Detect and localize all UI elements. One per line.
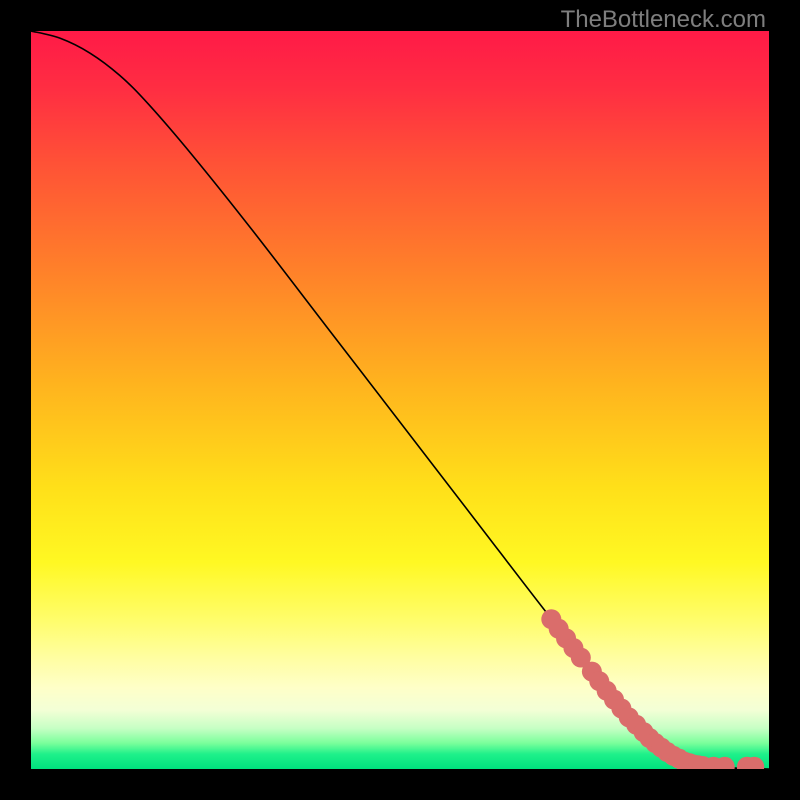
data-markers xyxy=(541,609,764,769)
chart-container: TheBottleneck.com xyxy=(0,0,800,800)
plot-area xyxy=(31,31,769,769)
curve-line xyxy=(31,31,769,769)
chart-svg xyxy=(31,31,769,769)
attribution-text: TheBottleneck.com xyxy=(561,6,766,34)
